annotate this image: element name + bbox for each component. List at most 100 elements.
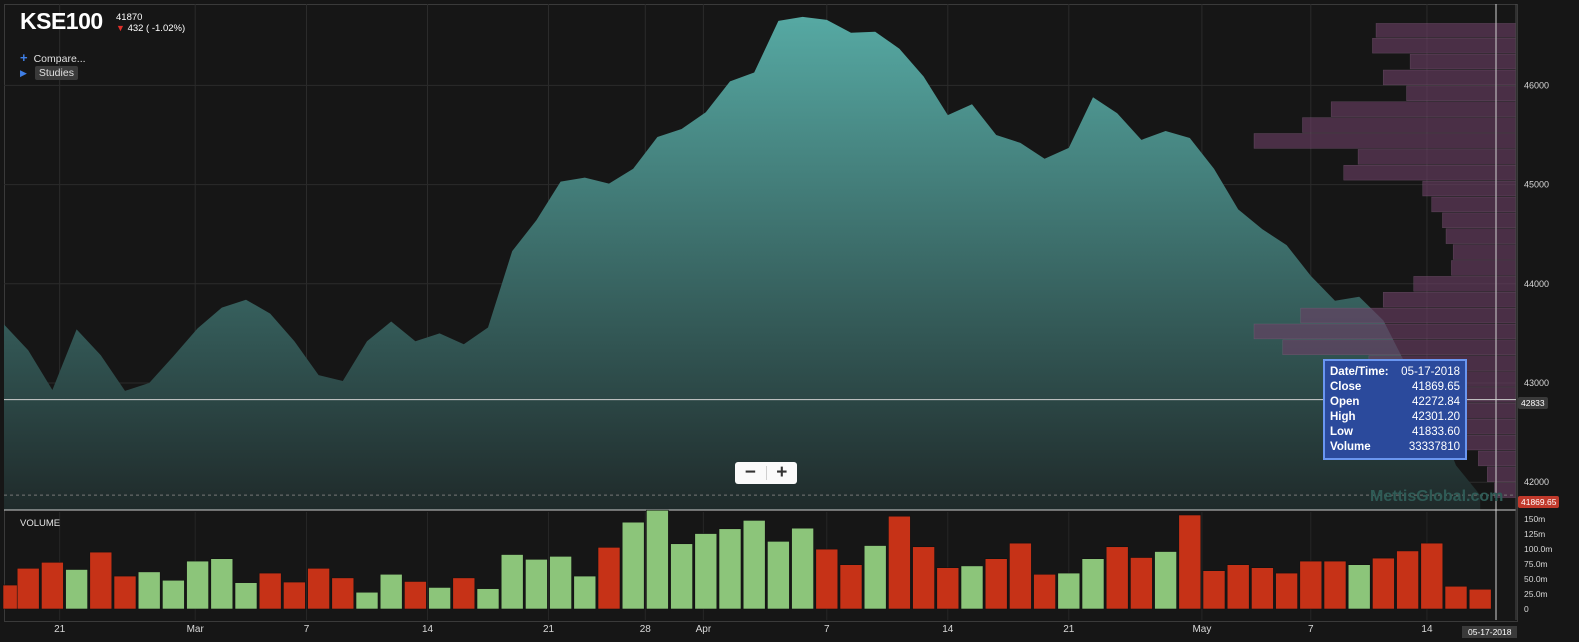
profile-bar-26 [1465,434,1517,451]
x-tick-label-5: 28 [640,624,652,635]
volume-panel-label: VOLUME [20,518,61,529]
x-tick-label-1: Mar [187,624,205,635]
volume-bar-28 [670,543,693,610]
volume-bar-4 [89,551,113,610]
play-icon: ▶ [20,68,27,78]
zoom-out-button[interactable]: − [735,462,766,484]
profile-bar-9 [1343,165,1517,181]
current-close-tag: 41869.65 [1518,496,1560,508]
x-tick-label-0: 21 [54,624,66,635]
y-tick-label-4: 46000 [1524,80,1549,90]
x-tick-label-7: 7 [824,624,830,635]
profile-bar-16 [1413,276,1517,292]
volume-bar-6 [137,571,161,610]
volume-bar-60 [1444,585,1468,610]
volume-bar-14 [331,577,355,610]
volume-bar-1 [16,567,40,610]
volume-bar-8 [186,560,209,610]
vol-tick-label-4: 100.0m [1524,544,1552,554]
tooltip-value: 42272.84 [1412,396,1460,408]
volume-bar-32 [767,541,790,610]
tooltip-value: 42301.20 [1412,411,1460,423]
profile-bar-8 [1357,149,1517,165]
volume-bar-5 [113,575,137,610]
down-arrow-icon: ▼ [116,23,125,33]
profile-bar-13 [1445,228,1517,244]
x-tick-label-10: May [1192,624,1211,635]
tooltip-value: 33337810 [1408,441,1460,453]
volume-bar-34 [815,548,839,610]
tooltip-row: Volume 33337810 [1330,440,1460,455]
tooltip-key: Low [1330,426,1353,438]
volume-bar-39 [936,567,960,610]
volume-bar-2 [41,561,64,610]
tooltip-key: High [1330,411,1356,423]
plus-icon: + [20,50,28,65]
volume-bar-30 [718,528,742,610]
volume-bar-20 [476,588,500,610]
chart-header: KSE100 41870 ▼ 432 ( -1.02%) [20,8,185,35]
tooltip-value: 41869.65 [1412,381,1460,393]
volume-bar-44 [1057,572,1081,610]
tooltip-row: Open 42272.84 [1330,395,1460,410]
volume-bar-40 [960,565,984,610]
tooltip-value: 05-17-2018 [1401,366,1460,378]
zoom-in-button[interactable]: + [767,462,798,484]
volume-bar-9 [210,558,234,610]
x-tick-label-12: 14 [1421,624,1433,635]
vol-tick-label-2: 50.0m [1524,574,1548,584]
volume-bar-3 [65,569,88,610]
compare-button[interactable]: + Compare... [20,50,86,65]
volume-bar-47 [1130,557,1153,610]
profile-bar-18 [1300,307,1517,324]
volume-bars [2,509,1516,610]
studies-button[interactable]: ▶ Studies [20,66,78,80]
profile-bar-7 [1253,133,1517,149]
profile-bar-6 [1302,117,1517,133]
profile-bar-5 [1330,101,1517,117]
volume-bar-52 [1251,567,1274,610]
crosshair-price-tag: 42833 [1518,397,1548,409]
volume-bar-57 [1372,557,1395,610]
studies-label: Studies [34,66,78,80]
tooltip-key: Date/Time: [1330,366,1389,378]
change-line: ▼ 432 ( -1.02%) [116,23,185,34]
volume-bar-41 [984,558,1008,610]
crosshair-date-tag: 05-17-2018 [1462,626,1518,638]
volume-bar-53 [1275,572,1298,610]
profile-bar-0 [1375,23,1517,38]
volume-bar-38 [912,546,935,610]
tooltip-key: Close [1330,381,1362,393]
profile-bar-2 [1409,53,1517,70]
profile-bar-4 [1406,85,1517,102]
price-change: 432 ( -1.02%) [127,23,186,34]
volume-bar-54 [1299,560,1323,610]
volume-bar-37 [888,515,911,610]
x-tick-label-9: 21 [1063,624,1075,635]
volume-bar-10 [234,582,258,610]
profile-bar-10 [1422,180,1517,197]
vol-tick-label-0: 0 [1524,604,1529,614]
volume-bar-13 [307,567,330,610]
profile-bar-19 [1253,323,1517,340]
volume-bar-21 [500,554,524,610]
volume-bar-15 [355,591,379,610]
tooltip-value: 41833.60 [1412,426,1460,438]
volume-bar-56 [1347,564,1371,610]
volume-bar-31 [742,520,766,610]
compare-label: Compare... [33,53,86,65]
volume-bar-22 [525,559,548,610]
volume-bar-26 [621,521,645,610]
volume-bar-45 [1081,558,1105,610]
x-tick-label-4: 21 [543,624,555,635]
volume-bar-33 [791,527,814,610]
volume-bar-55 [1323,560,1347,610]
volume-bar-36 [863,545,887,610]
zoom-control: − + [735,462,797,484]
volume-bar-19 [452,577,476,610]
x-tick-label-6: Apr [696,624,712,635]
chart-canvas[interactable]: 42000 43000 44000 45000 46000 0 25.0m 50.0m 75.0… [0,0,1579,642]
tooltip-row: Close 41869.65 [1330,380,1460,395]
volume-bar-42 [1009,542,1032,610]
vol-tick-label-6: 150m [1524,514,1545,524]
